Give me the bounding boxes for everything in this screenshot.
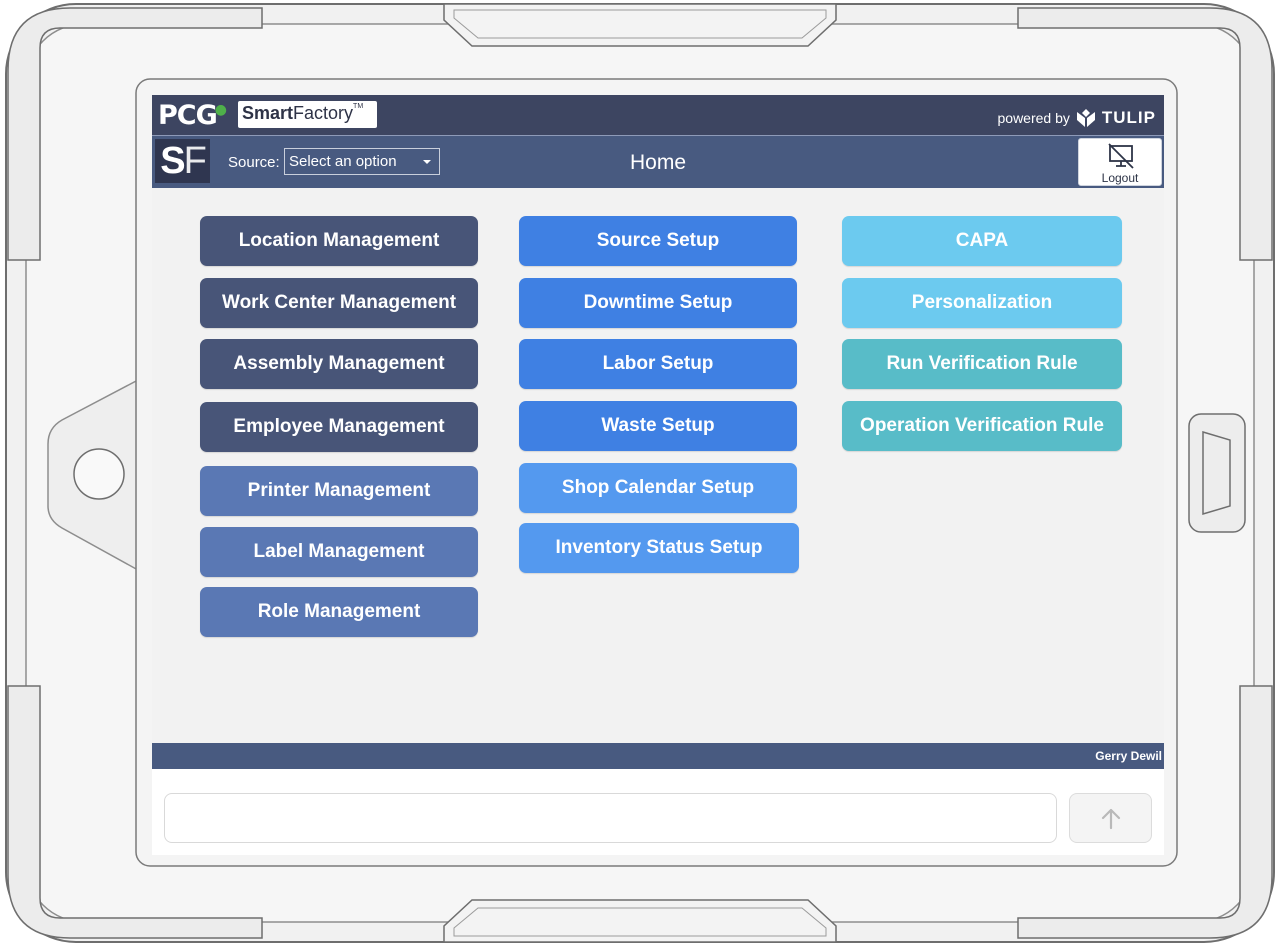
labor-setup-button[interactable]: Labor Setup [519, 339, 797, 389]
work-center-management-button[interactable]: Work Center Management [200, 278, 478, 328]
user-name: Gerry Dewil [1095, 749, 1162, 763]
waste-setup-button[interactable]: Waste Setup [519, 401, 797, 451]
run-verification-rule-button[interactable]: Run Verification Rule [842, 339, 1122, 389]
status-bar: Gerry Dewil [152, 743, 1164, 769]
personalization-button[interactable]: Personalization [842, 278, 1122, 328]
chat-input[interactable] [164, 793, 1057, 843]
chat-area [152, 769, 1164, 855]
logout-label: Logout [1101, 171, 1139, 185]
location-management-button[interactable]: Location Management [200, 216, 478, 266]
app-screen: PCG● SmartFactoryTM powered by TULIP SF … [152, 95, 1164, 855]
operation-verification-rule-button[interactable]: Operation Verification Rule [842, 401, 1122, 451]
source-setup-button[interactable]: Source Setup [519, 216, 797, 266]
employee-management-button[interactable]: Employee Management [200, 402, 478, 452]
page-title: Home [629, 151, 687, 174]
tulip-logo-icon [1076, 109, 1095, 127]
logout-button[interactable]: Logout [1078, 138, 1162, 186]
nav-bar: SF Source: Select an option Home Logout [152, 135, 1164, 188]
powered-by-tulip: powered by TULIP [998, 107, 1157, 129]
inventory-status-setup-button[interactable]: Inventory Status Setup [519, 523, 799, 573]
printer-management-button[interactable]: Printer Management [200, 466, 478, 516]
label-management-button[interactable]: Label Management [200, 527, 478, 577]
smartfactory-logo: SmartFactoryTM [238, 101, 377, 128]
pcg-logo: PCG● [158, 100, 227, 131]
monitor-off-icon [1108, 143, 1134, 169]
downtime-setup-button[interactable]: Downtime Setup [519, 278, 797, 328]
capa-button[interactable]: CAPA [842, 216, 1122, 266]
tulip-wordmark: TULIP [1101, 108, 1156, 127]
shop-calendar-setup-button[interactable]: Shop Calendar Setup [519, 463, 797, 513]
brand-bar: PCG● SmartFactoryTM powered by TULIP [152, 95, 1164, 135]
send-button[interactable] [1069, 793, 1152, 843]
role-management-button[interactable]: Role Management [200, 587, 478, 637]
arrow-up-icon [1101, 808, 1121, 830]
powered-by-label: powered by [997, 110, 1070, 126]
assembly-management-button[interactable]: Assembly Management [200, 339, 478, 389]
